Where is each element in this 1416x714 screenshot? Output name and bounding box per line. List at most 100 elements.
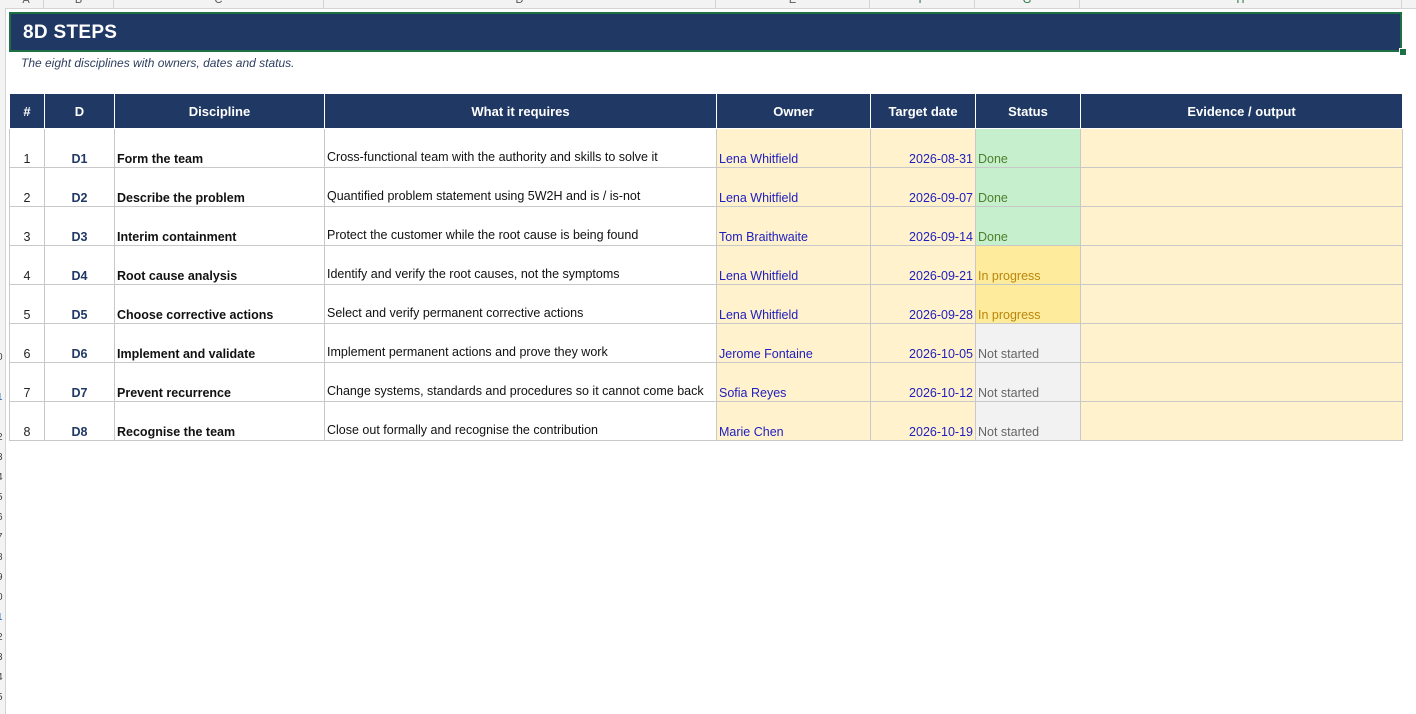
header-status[interactable]: Status	[975, 93, 1081, 129]
column-header-d[interactable]: D	[324, 0, 716, 8]
cell-target-date[interactable]: 2026-09-28	[870, 284, 976, 324]
cell-owner[interactable]: Sofia Reyes	[716, 362, 871, 402]
cell-status[interactable]: Not started	[975, 323, 1081, 363]
row-header-number[interactable]: 3	[0, 452, 3, 464]
cell-target-date[interactable]: 2026-09-07	[870, 167, 976, 207]
cell-requires[interactable]: Cross-functional team with the authority…	[324, 128, 717, 168]
cell-number[interactable]: 5	[9, 284, 45, 324]
cell-evidence[interactable]	[1080, 167, 1403, 207]
selection-fill-handle[interactable]	[1399, 48, 1407, 56]
cell-number[interactable]: 1	[9, 128, 45, 168]
cell-discipline[interactable]: Describe the problem	[114, 167, 325, 207]
cell-requires[interactable]: Close out formally and recognise the con…	[324, 401, 717, 441]
header-owner[interactable]: Owner	[716, 93, 871, 129]
header-evidence[interactable]: Evidence / output	[1080, 93, 1403, 129]
cell-owner[interactable]: Tom Braithwaite	[716, 206, 871, 246]
column-header-f[interactable]: F	[870, 0, 975, 8]
row-header-number[interactable]: 4	[0, 472, 3, 484]
cell-owner[interactable]: Lena Whitfield	[716, 245, 871, 285]
cell-target-date[interactable]: 2026-08-31	[870, 128, 976, 168]
row-header-number[interactable]: 2	[0, 432, 3, 444]
cell-status[interactable]: In progress	[975, 284, 1081, 324]
cell-status[interactable]: Not started	[975, 362, 1081, 402]
cell-owner[interactable]: Lena Whitfield	[716, 284, 871, 324]
cell-discipline[interactable]: Interim containment	[114, 206, 325, 246]
cell-discipline[interactable]: Prevent recurrence	[114, 362, 325, 402]
cell-requires[interactable]: Change systems, standards and procedures…	[324, 362, 717, 402]
title-cell[interactable]: 8D STEPS	[9, 12, 1402, 52]
cell-number[interactable]: 7	[9, 362, 45, 402]
row-header-number[interactable]: 1	[0, 612, 3, 624]
cell-d-code[interactable]: D2	[44, 167, 115, 207]
cell-target-date[interactable]: 2026-10-12	[870, 362, 976, 402]
cell-requires[interactable]: Select and verify permanent corrective a…	[324, 284, 717, 324]
row-header-number[interactable]: 0	[0, 352, 3, 364]
column-header-e[interactable]: E	[716, 0, 870, 8]
cell-d-code[interactable]: D7	[44, 362, 115, 402]
row-header-number[interactable]: 5	[0, 692, 3, 704]
cell-evidence[interactable]	[1080, 401, 1403, 441]
cell-discipline[interactable]: Form the team	[114, 128, 325, 168]
cell-number[interactable]: 2	[9, 167, 45, 207]
cell-target-date[interactable]: 2026-09-21	[870, 245, 976, 285]
cell-status[interactable]: Done	[975, 128, 1081, 168]
column-header-h[interactable]: H	[1080, 0, 1402, 8]
cell-owner[interactable]: Marie Chen	[716, 401, 871, 441]
cell-number[interactable]: 3	[9, 206, 45, 246]
cell-evidence[interactable]	[1080, 284, 1403, 324]
cell-evidence[interactable]	[1080, 206, 1403, 246]
row-header-number[interactable]: 7	[0, 532, 3, 544]
cell-d-code[interactable]: D1	[44, 128, 115, 168]
cell-requires[interactable]: Implement permanent actions and prove th…	[324, 323, 717, 363]
cell-discipline[interactable]: Choose corrective actions	[114, 284, 325, 324]
cell-target-date[interactable]: 2026-10-05	[870, 323, 976, 363]
cell-requires[interactable]: Quantified problem statement using 5W2H …	[324, 167, 717, 207]
cell-requires[interactable]: Identify and verify the root causes, not…	[324, 245, 717, 285]
cell-requires[interactable]: Protect the customer while the root caus…	[324, 206, 717, 246]
column-header-g[interactable]: G	[975, 0, 1080, 8]
column-header-a[interactable]: A	[9, 0, 44, 8]
cell-evidence[interactable]	[1080, 128, 1403, 168]
cell-status[interactable]: Not started	[975, 401, 1081, 441]
row-header-number[interactable]: 1	[0, 392, 3, 404]
cell-number[interactable]: 8	[9, 401, 45, 441]
cell-owner[interactable]: Lena Whitfield	[716, 167, 871, 207]
table-row: 4 D4 Root cause analysis Identify and ve…	[9, 245, 1403, 285]
row-header-number[interactable]: 6	[0, 512, 3, 524]
header-discipline[interactable]: Discipline	[114, 93, 325, 129]
cell-d-code[interactable]: D6	[44, 323, 115, 363]
cell-d-code[interactable]: D8	[44, 401, 115, 441]
cell-evidence[interactable]	[1080, 362, 1403, 402]
header-target-date[interactable]: Target date	[870, 93, 976, 129]
cell-d-code[interactable]: D3	[44, 206, 115, 246]
header-number[interactable]: #	[9, 93, 45, 129]
header-d[interactable]: D	[44, 93, 115, 129]
cell-number[interactable]: 4	[9, 245, 45, 285]
cell-status[interactable]: Done	[975, 167, 1081, 207]
cell-owner[interactable]: Jerome Fontaine	[716, 323, 871, 363]
row-header-number[interactable]: 0	[0, 592, 3, 604]
cell-d-code[interactable]: D5	[44, 284, 115, 324]
cell-owner[interactable]: Lena Whitfield	[716, 128, 871, 168]
cell-target-date[interactable]: 2026-09-14	[870, 206, 976, 246]
cell-target-date[interactable]: 2026-10-19	[870, 401, 976, 441]
cell-evidence[interactable]	[1080, 245, 1403, 285]
header-requires[interactable]: What it requires	[324, 93, 717, 129]
row-header-number[interactable]: 8	[0, 552, 3, 564]
steps-table: # D Discipline What it requires Owner Ta…	[9, 93, 1403, 441]
column-header-c[interactable]: C	[114, 0, 324, 8]
row-header-number[interactable]: 3	[0, 652, 3, 664]
column-header-b[interactable]: B	[44, 0, 114, 8]
cell-d-code[interactable]: D4	[44, 245, 115, 285]
row-header-number[interactable]: 4	[0, 672, 3, 684]
row-header-number[interactable]: 5	[0, 492, 3, 504]
row-header-number[interactable]: 2	[0, 632, 3, 644]
cell-status[interactable]: Done	[975, 206, 1081, 246]
cell-discipline[interactable]: Recognise the team	[114, 401, 325, 441]
row-header-number[interactable]: 9	[0, 572, 3, 584]
cell-discipline[interactable]: Root cause analysis	[114, 245, 325, 285]
cell-evidence[interactable]	[1080, 323, 1403, 363]
cell-number[interactable]: 6	[9, 323, 45, 363]
cell-discipline[interactable]: Implement and validate	[114, 323, 325, 363]
cell-status[interactable]: In progress	[975, 245, 1081, 285]
